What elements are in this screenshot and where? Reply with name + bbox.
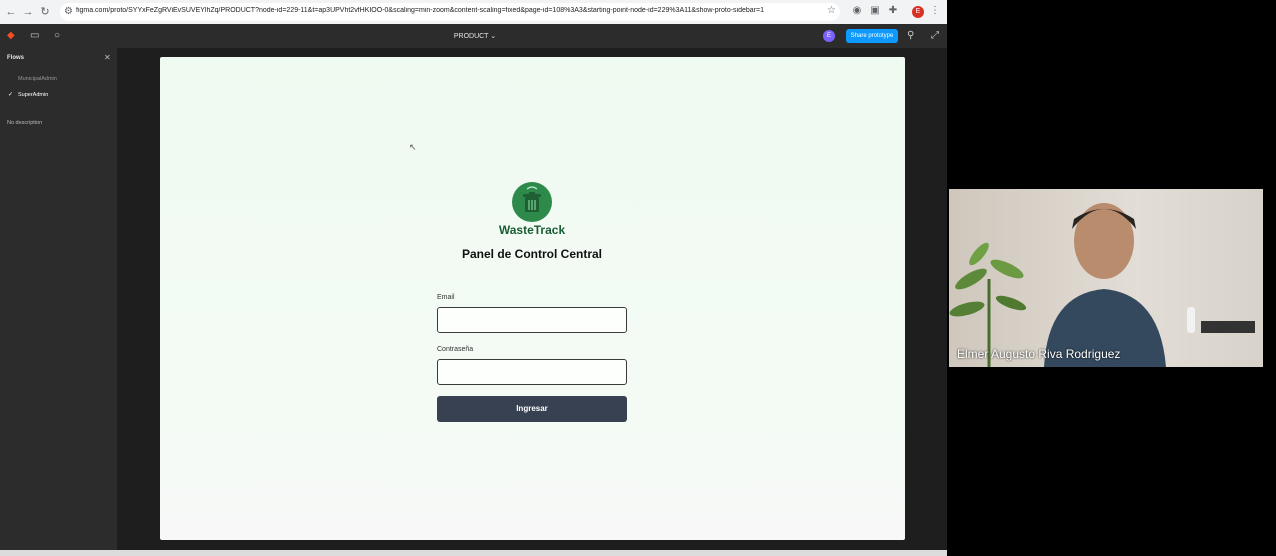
reload-icon[interactable]: ↻ bbox=[38, 5, 52, 19]
address-bar[interactable]: ⚙ figma.com/proto/SYYxFeZgRViEvSUVEYlhZq… bbox=[60, 3, 840, 21]
participant-avatar bbox=[1044, 203, 1166, 367]
translate-icon[interactable]: ▣ bbox=[869, 5, 881, 17]
password-field[interactable] bbox=[437, 359, 627, 385]
chevron-down-icon: ⌄ bbox=[490, 33, 497, 40]
comment-icon[interactable]: ○ bbox=[54, 30, 60, 41]
flow-description: No description bbox=[7, 120, 43, 126]
settings-sliders-icon[interactable]: ⚲ bbox=[907, 30, 914, 41]
flows-sidebar: Flows ✕ MunicipalAdmin ✓ SuperAdmin No d… bbox=[0, 48, 117, 550]
sidebar-item-superadmin[interactable]: SuperAdmin bbox=[18, 92, 48, 98]
menu-kebab-icon[interactable]: ⋮ bbox=[929, 5, 941, 17]
brand-name: WasteTrack bbox=[498, 223, 566, 237]
extension-icon[interactable]: ◉ bbox=[851, 5, 863, 17]
video-tile: Elmer Augusto Riva Rodriguez bbox=[949, 189, 1263, 367]
taskbar-strip bbox=[0, 550, 947, 556]
email-field[interactable] bbox=[437, 307, 627, 333]
password-label: Contraseña bbox=[437, 346, 474, 353]
file-title: PRODUCT bbox=[453, 33, 489, 40]
share-prototype-button[interactable]: Share prototype bbox=[846, 29, 898, 43]
email-label: Email bbox=[437, 294, 455, 301]
fullscreen-icon[interactable]: ⤢ bbox=[931, 30, 939, 41]
figma-logo-icon[interactable]: ◆ bbox=[7, 30, 15, 41]
close-icon[interactable]: ✕ bbox=[104, 53, 111, 62]
sidebar-item-municipaladmin[interactable]: MunicipalAdmin bbox=[18, 76, 57, 82]
url-text[interactable]: figma.com/proto/SYYxFeZgRViEvSUVEYlhZq/P… bbox=[76, 7, 816, 14]
sidebar-toggle-icon[interactable]: ▭ bbox=[30, 30, 39, 41]
back-icon[interactable]: ← bbox=[4, 5, 18, 19]
puzzle-icon[interactable]: ✚ bbox=[887, 5, 899, 17]
participant-name: Elmer Augusto Riva Rodriguez bbox=[957, 347, 1121, 361]
login-screen-frame bbox=[160, 57, 905, 540]
forward-icon[interactable]: → bbox=[21, 5, 35, 19]
bookmark-star-icon[interactable]: ☆ bbox=[827, 5, 836, 16]
page-title: Panel de Control Central bbox=[461, 247, 603, 261]
figma-toolbar: ◆ ▭ ○ PRODUCT ⌄ E Share prototype ⚲ ⤢ bbox=[0, 24, 947, 49]
user-avatar[interactable]: E bbox=[823, 30, 835, 42]
site-info-icon[interactable]: ⚙ bbox=[64, 6, 73, 17]
mouse-cursor-icon: ↖ bbox=[409, 142, 417, 152]
profile-avatar[interactable]: E bbox=[912, 6, 924, 18]
login-button[interactable]: Ingresar bbox=[437, 396, 627, 422]
check-icon: ✓ bbox=[8, 92, 14, 98]
sidebar-title: Flows bbox=[7, 55, 25, 61]
file-title-dropdown[interactable]: PRODUCT ⌄ bbox=[420, 32, 530, 40]
trash-bin-logo-icon bbox=[512, 182, 552, 222]
browser-toolbar: ← → ↻ ⚙ figma.com/proto/SYYxFeZgRViEvSUV… bbox=[0, 0, 947, 25]
